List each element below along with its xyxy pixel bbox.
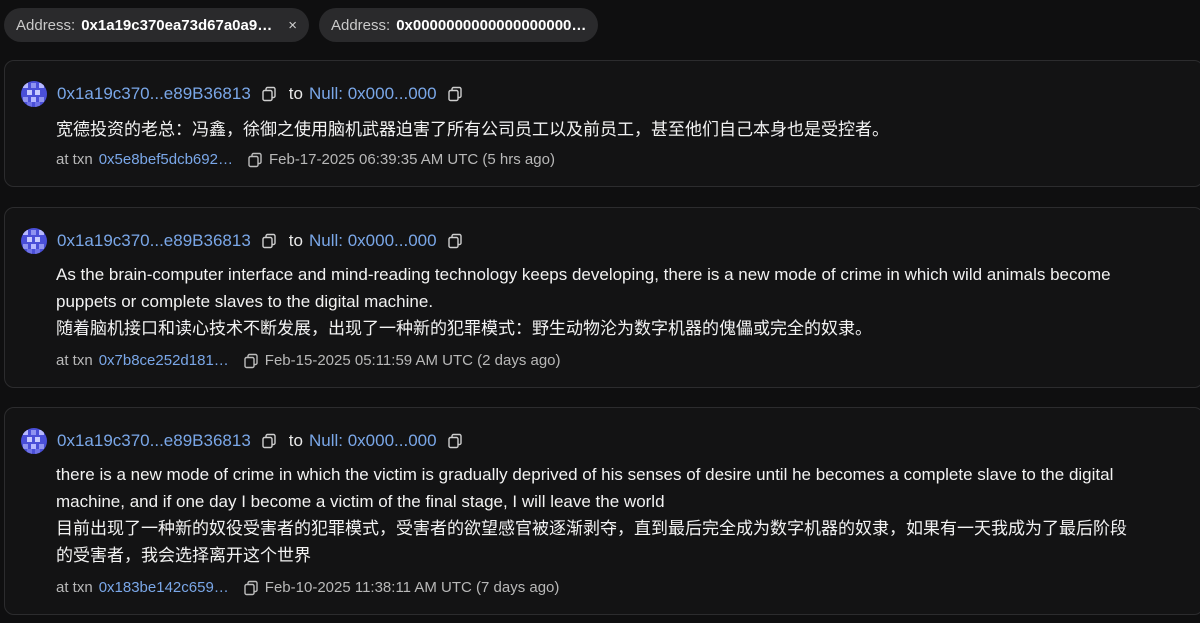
to-label: to <box>288 431 303 450</box>
message-card: 0x1a19c370...e89B36813 to Null: 0x000...… <box>4 407 1200 615</box>
chip-label: Address: <box>330 16 391 34</box>
timestamp: Feb-10-2025 11:38:11 AM UTC (7 days ago) <box>264 579 560 596</box>
txn-hash-link[interactable]: 0x183be142c659… <box>99 579 229 596</box>
to-address-link[interactable]: Null: 0x000...000 <box>309 431 437 451</box>
to-address-link[interactable]: Null: 0x000...000 <box>309 84 437 104</box>
chip-value: 0x1a19c370ea73d67a0a9… <box>81 16 273 34</box>
message-text: there is a new mode of crime in which th… <box>56 465 1127 565</box>
chip-label: Address: <box>16 16 76 34</box>
message-card: 0x1a19c370...e89B36813 to Null: 0x000...… <box>4 207 1200 388</box>
timestamp: Feb-17-2025 06:39:35 AM UTC (5 hrs ago) <box>268 151 555 168</box>
avatar <box>21 228 47 254</box>
from-address-link[interactable]: 0x1a19c370...e89B36813 <box>57 84 251 104</box>
copy-icon[interactable] <box>261 433 277 449</box>
copy-icon[interactable] <box>261 233 277 249</box>
address-filter-chip[interactable]: Address: 0x0000000000000000000… <box>318 8 599 42</box>
copy-icon[interactable] <box>447 433 463 449</box>
txn-hash-link[interactable]: 0x7b8ce252d181… <box>99 352 229 369</box>
address-filter-chip[interactable]: Address: 0x1a19c370ea73d67a0a9… × <box>4 8 309 42</box>
copy-icon[interactable] <box>447 233 463 249</box>
txn-hash-link[interactable]: 0x5e8bef5dcb692… <box>99 151 233 168</box>
at-txn-label: at txn <box>56 151 93 168</box>
to-label: to <box>288 84 303 103</box>
at-txn-label: at txn <box>56 579 93 596</box>
copy-icon[interactable] <box>243 580 259 596</box>
to-label: to <box>288 231 303 250</box>
message-card: 0x1a19c370...e89B36813 to Null: 0x000...… <box>4 60 1200 187</box>
message-text: 宽德投资的老总：冯鑫，徐御之使用脑机武器迫害了所有公司员工以及前员工，甚至他们自… <box>56 120 889 139</box>
at-txn-label: at txn <box>56 352 93 369</box>
from-address-link[interactable]: 0x1a19c370...e89B36813 <box>57 231 251 251</box>
avatar <box>21 81 47 107</box>
chip-value: 0x0000000000000000000… <box>396 16 587 34</box>
avatar <box>21 428 47 454</box>
address-filters: Address: 0x1a19c370ea73d67a0a9… × Addres… <box>4 8 599 42</box>
copy-icon[interactable] <box>243 353 259 369</box>
copy-icon[interactable] <box>261 86 277 102</box>
copy-icon[interactable] <box>247 152 263 168</box>
to-address-link[interactable]: Null: 0x000...000 <box>309 231 437 251</box>
close-icon[interactable]: × <box>288 17 297 34</box>
message-text: As the brain-computer interface and mind… <box>56 265 1111 338</box>
from-address-link[interactable]: 0x1a19c370...e89B36813 <box>57 431 251 451</box>
txn-meta: at txn 0x183be142c659… Feb-10-2025 11:38… <box>56 579 559 596</box>
txn-meta: at txn 0x5e8bef5dcb692… Feb-17-2025 06:3… <box>56 151 555 168</box>
timestamp: Feb-15-2025 05:11:59 AM UTC (2 days ago) <box>264 352 561 369</box>
copy-icon[interactable] <box>447 86 463 102</box>
txn-meta: at txn 0x7b8ce252d181… Feb-15-2025 05:11… <box>56 352 561 369</box>
